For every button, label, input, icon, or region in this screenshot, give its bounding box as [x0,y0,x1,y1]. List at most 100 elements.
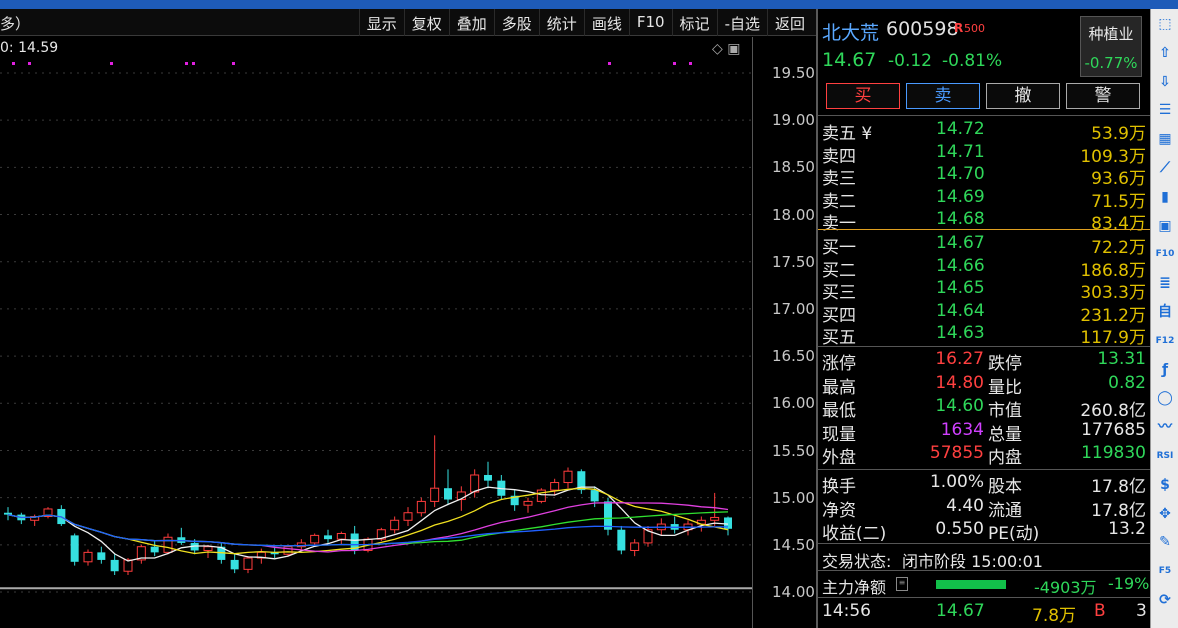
event-marker[interactable] [192,62,195,65]
spread-divider [818,229,1150,230]
event-marker[interactable] [28,62,31,65]
candle-body[interactable] [550,482,560,491]
dollar-icon[interactable]: $ [1154,474,1176,496]
candle-body[interactable] [230,559,239,570]
ask-row[interactable]: 卖四 14.71 109.3万 [818,142,1150,167]
candle-body[interactable] [324,535,332,540]
sell-button[interactable]: 卖 [906,83,980,109]
stock-name[interactable]: 北大荒 [822,18,879,45]
bid-row[interactable]: 买一 14.67 72.2万 [818,233,1150,258]
candle-body[interactable] [523,500,533,506]
candle-body[interactable] [604,501,612,530]
ask-row[interactable]: 卖二 14.69 71.5万 [818,187,1150,212]
table-icon[interactable]: ▦ [1154,128,1176,150]
display-button[interactable]: 显示 [358,9,404,36]
stat-label: 收益(二) [822,524,887,544]
event-marker[interactable] [232,62,235,65]
candle-body[interactable] [563,470,573,484]
candle-body[interactable] [444,488,452,500]
event-marker[interactable] [673,62,676,65]
candle-body[interactable] [590,490,599,502]
pen-icon[interactable]: ✎ [1154,531,1176,553]
bid-row[interactable]: 买二 14.66 186.8万 [818,256,1150,281]
candle-body[interactable] [70,535,79,562]
candle-body[interactable] [97,552,106,560]
candle-body[interactable] [150,546,159,553]
event-marker[interactable] [185,62,188,65]
refresh-icon[interactable]: ⟳ [1154,589,1176,611]
bid-row[interactable]: 买五 14.63 117.9万 [818,323,1150,348]
event-marker[interactable] [110,62,113,65]
fx-icon[interactable]: ƒ [1154,359,1176,381]
y-tick-label: 15.00 [772,488,815,507]
line-chart-icon[interactable]: ⟋ [1154,157,1176,179]
stat-label: 跌停 [988,354,1022,374]
candle-body[interactable] [390,519,400,531]
ask-row[interactable]: 卖一 14.68 83.4万 [818,209,1150,234]
candle-body[interactable] [243,557,253,570]
f12-icon[interactable]: F12 [1154,330,1176,352]
self-icon[interactable]: 自 [1154,301,1176,323]
tick-time: 14:56 [822,601,871,621]
bid-row[interactable]: 买四 14.64 231.2万 [818,301,1150,326]
kline-chart[interactable] [0,37,816,628]
alert-button[interactable]: 警 [1066,83,1140,109]
move-icon[interactable]: ✥ [1154,503,1176,525]
buy-button[interactable]: 买 [826,83,900,109]
candle-icon[interactable]: ▮ [1154,186,1176,208]
stat-label: 最高 [822,377,856,398]
draw-button[interactable]: 画线 [583,9,629,36]
sector-box[interactable]: 种植业 -0.77% [1080,16,1142,77]
candle-body[interactable] [310,534,320,544]
candle-body[interactable] [617,529,626,551]
f5-icon[interactable]: F5 [1154,560,1176,582]
candle-body[interactable] [83,551,93,563]
candle-body[interactable] [710,516,720,521]
event-marker[interactable] [12,62,15,65]
f10-button[interactable]: F10 [628,9,672,36]
stat-label: 外盘 [822,448,856,468]
main-flow-label: 主力净额 [822,578,887,597]
candle-body[interactable] [203,546,213,551]
candle-body[interactable] [163,536,173,553]
remove-watchlist-button[interactable]: -自选 [716,9,767,36]
candle-body[interactable] [484,474,492,481]
candle-body[interactable] [4,512,12,515]
chart-control-icons[interactable]: ◇ ▣ [712,41,740,57]
adjust-button[interactable]: 复权 [403,9,449,36]
candle-body[interactable] [110,559,119,572]
cancel-order-button[interactable]: 撤 [986,83,1060,109]
mark-button[interactable]: 标记 [671,9,717,36]
event-marker[interactable] [689,62,692,65]
candle-body[interactable] [470,474,480,493]
candle-body[interactable] [430,487,440,502]
window-icon[interactable]: ▣ [1154,215,1176,237]
ask-row[interactable]: 卖三 14.70 93.6万 [818,164,1150,189]
expand-icon[interactable]: ⬚ [1154,13,1176,35]
arrow-up-icon[interactable]: ⇧ [1154,42,1176,64]
arrow-down-icon[interactable]: ⇩ [1154,71,1176,93]
multi-stock-button[interactable]: 多股 [493,9,539,36]
candle-body[interactable] [336,532,346,540]
circle-icon[interactable]: ◯ [1154,387,1176,409]
f10-icon[interactable]: F10 [1154,243,1176,265]
event-marker[interactable] [608,62,611,65]
stats-button[interactable]: 统计 [538,9,584,36]
period-label[interactable]: 多） [0,13,30,34]
candle-body[interactable] [403,512,413,521]
calculator-icon[interactable]: ≡ [896,577,908,591]
level-volume: 83.4万 [1091,214,1146,234]
wave-icon[interactable]: 〰 [1154,416,1176,438]
back-button[interactable]: 返回 [766,9,812,36]
list-icon[interactable]: ☰ [1154,99,1176,121]
news-icon[interactable]: ≣ [1154,272,1176,294]
overlay-button[interactable]: 叠加 [448,9,494,36]
rsi-icon[interactable]: RSI [1154,445,1176,467]
level-price: 14.70 [936,164,985,184]
bid-row[interactable]: 买三 14.65 303.3万 [818,278,1150,303]
ask-row[interactable]: 卖五 ¥ 14.72 53.9万 [818,119,1150,144]
candle-body[interactable] [536,489,546,502]
candle-body[interactable] [416,500,426,514]
candle-body[interactable] [630,542,640,551]
window-title-bar [0,0,1178,9]
